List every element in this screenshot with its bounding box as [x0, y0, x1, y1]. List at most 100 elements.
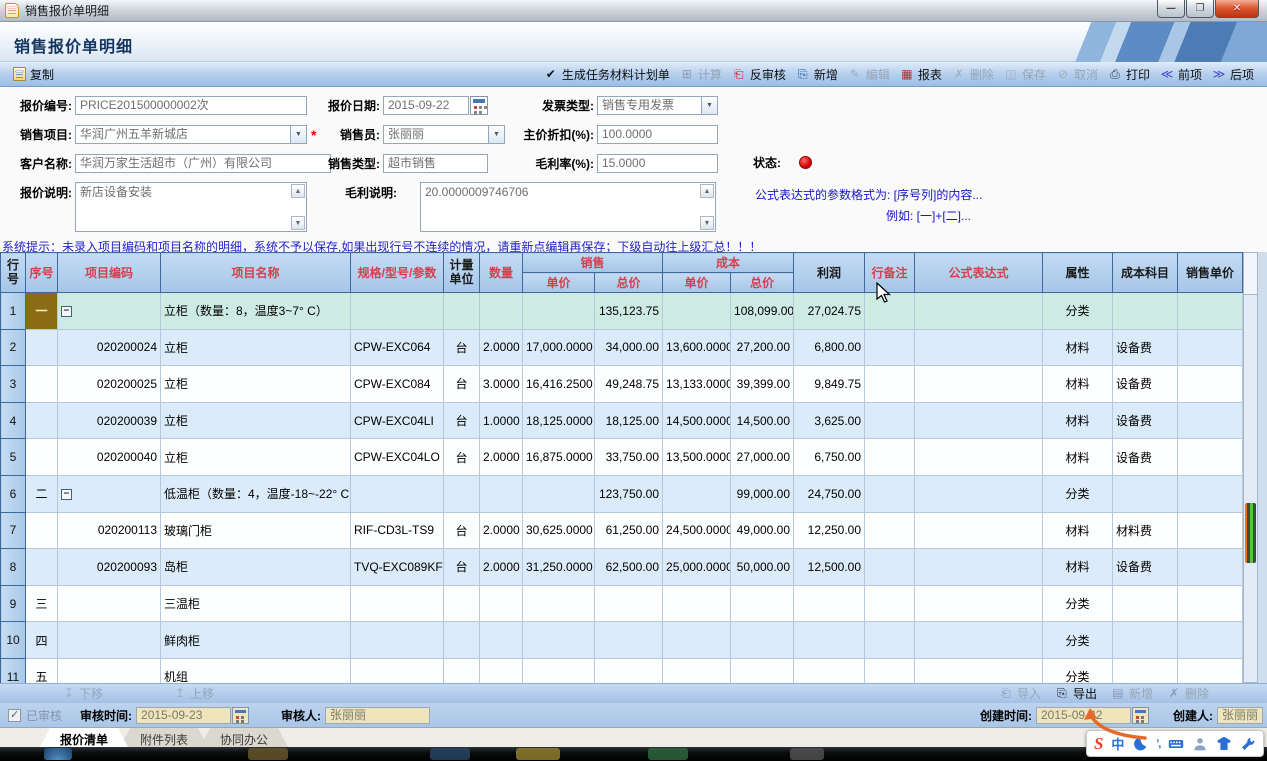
code-cell[interactable]: 020200025 [58, 366, 161, 403]
reverse-audit-button[interactable]: ⎗反审核 [727, 64, 791, 85]
sales-type-input[interactable]: 超市销售 [383, 154, 488, 173]
restore-button[interactable]: ❐ [1186, 0, 1214, 18]
row-add-button[interactable]: ▤新增 [1111, 685, 1153, 702]
seq-cell[interactable]: 二 [26, 475, 58, 512]
move-down-button[interactable]: ↧下移 [62, 685, 103, 702]
chevron-down-icon[interactable]: ▼ [701, 97, 717, 114]
import-button[interactable]: ⎗导入 [999, 685, 1041, 702]
next-item-button[interactable]: ≫后项 [1207, 64, 1259, 85]
report-button[interactable]: ▦报表 [895, 64, 947, 85]
scroll-down-icon[interactable]: ▼ [700, 216, 714, 230]
chevron-down-icon[interactable]: ▼ [488, 126, 504, 143]
taskbar-app-icon[interactable] [648, 748, 688, 760]
audit-time-calendar-icon[interactable] [232, 707, 249, 724]
creator-input[interactable]: 张丽丽 [1217, 707, 1263, 724]
grid-vertical-scrollbar[interactable] [1243, 252, 1258, 683]
chevron-down-icon[interactable]: ▼ [290, 126, 306, 143]
code-cell[interactable]: 020200039 [58, 402, 161, 439]
quote-no-input[interactable]: PRICE201500000002次 [75, 96, 307, 115]
row-number-cell[interactable]: 1 [1, 293, 26, 330]
cancel-button[interactable]: ⊘取消 [1051, 64, 1103, 85]
windows-taskbar[interactable] [0, 747, 1267, 761]
tab-collaboration[interactable]: 协同办公 [200, 728, 288, 747]
customer-name-input[interactable]: 华润万家生活超市（广州）有限公司 [75, 154, 331, 173]
chinese-mode-toggle[interactable]: 中 [1111, 734, 1124, 753]
scroll-up-icon[interactable]: ▲ [291, 184, 305, 198]
row-number-cell[interactable]: 10 [1, 622, 26, 659]
taskbar-app-icon[interactable] [430, 748, 470, 760]
row-delete-button[interactable]: ✗删除 [1167, 685, 1209, 702]
row-number-cell[interactable]: 2 [1, 329, 26, 366]
seq-cell[interactable] [26, 439, 58, 476]
save-button[interactable]: ◫保存 [999, 64, 1051, 85]
audited-checkbox[interactable] [8, 709, 21, 722]
user-icon[interactable] [1192, 736, 1208, 752]
punctuation-toggle[interactable]: ’, [1156, 738, 1160, 750]
taskbar-app-icon[interactable] [248, 748, 288, 760]
scroll-down-icon[interactable]: ▼ [291, 216, 305, 230]
create-time-calendar-icon[interactable] [1132, 707, 1149, 724]
minimize-button[interactable]: — [1157, 0, 1185, 18]
keyboard-icon[interactable] [1168, 736, 1184, 752]
row-number-cell[interactable]: 4 [1, 402, 26, 439]
seq-cell[interactable] [26, 366, 58, 403]
wrench-settings-icon[interactable] [1240, 736, 1256, 752]
row-number-cell[interactable]: 6 [1, 475, 26, 512]
code-cell[interactable]: 020200040 [58, 439, 161, 476]
seq-cell[interactable]: 四 [26, 622, 58, 659]
code-cell[interactable] [58, 585, 161, 622]
moon-icon[interactable] [1132, 736, 1148, 752]
auditor-input[interactable]: 张丽丽 [325, 707, 430, 724]
seq-cell[interactable]: 三 [26, 585, 58, 622]
code-cell[interactable]: 020200113 [58, 512, 161, 549]
start-orb-icon[interactable] [44, 748, 72, 760]
generate-task-material-plan-button[interactable]: ✔生成任务材料计划单 [539, 64, 675, 85]
copy-button[interactable]: 复制 [8, 64, 59, 85]
tab-attachment-list[interactable]: 附件列表 [120, 728, 208, 747]
sales-project-select[interactable]: 华润广州五羊新城店▼ [75, 125, 307, 144]
collapse-icon[interactable]: − [61, 489, 72, 500]
add-new-button[interactable]: ⎘新增 [791, 64, 843, 85]
code-cell[interactable]: − [58, 475, 161, 512]
taskbar-app-icon[interactable] [790, 748, 824, 760]
move-up-button[interactable]: ↥上移 [173, 685, 214, 702]
seq-cell[interactable] [26, 512, 58, 549]
code-cell[interactable]: 020200093 [58, 549, 161, 586]
tab-quote-list[interactable]: 报价清单 [40, 728, 128, 747]
price-discount-input[interactable]: 100.0000 [597, 125, 718, 144]
export-button[interactable]: ⎘导出 [1055, 685, 1097, 702]
row-number-cell[interactable]: 11 [1, 658, 26, 683]
edit-button[interactable]: ✎编辑 [843, 64, 895, 85]
scrollbar-thumb[interactable] [1245, 503, 1256, 563]
seq-cell[interactable] [26, 549, 58, 586]
row-number-cell[interactable]: 9 [1, 585, 26, 622]
sogou-logo[interactable]: S [1094, 734, 1103, 754]
quote-note-textarea[interactable]: 新店设备安装▲▼ [75, 182, 307, 232]
scroll-up-icon[interactable]: ▲ [700, 184, 714, 198]
seq-cell[interactable] [26, 402, 58, 439]
seq-cell[interactable] [26, 329, 58, 366]
audit-time-input[interactable]: 2015-09-23 [136, 707, 231, 724]
close-button[interactable]: ✕ [1215, 0, 1259, 18]
row-number-cell[interactable]: 8 [1, 549, 26, 586]
seq-cell[interactable]: 一 [26, 293, 58, 330]
prev-item-button[interactable]: ≪前项 [1155, 64, 1207, 85]
row-number-cell[interactable]: 3 [1, 366, 26, 403]
taskbar-app-icon[interactable] [516, 748, 560, 760]
row-number-cell[interactable]: 7 [1, 512, 26, 549]
delete-button[interactable]: ✗删除 [947, 64, 999, 85]
create-time-input[interactable]: 2015-09-22 [1036, 707, 1131, 724]
invoice-type-select[interactable]: 销售专用发票▼ [597, 96, 718, 115]
seq-cell[interactable]: 五 [26, 658, 58, 683]
skin-shirt-icon[interactable] [1216, 736, 1232, 752]
quote-date-input[interactable]: 2015-09-22 [383, 96, 469, 115]
quote-date-calendar-icon[interactable] [470, 96, 488, 115]
code-cell[interactable]: − [58, 293, 161, 330]
row-number-cell[interactable]: 5 [1, 439, 26, 476]
gross-margin-input[interactable]: 15.0000 [597, 154, 718, 173]
calculate-button[interactable]: ⊞计算 [675, 64, 727, 85]
margin-note-textarea[interactable]: 20.0000009746706▲▼ [420, 182, 716, 232]
collapse-icon[interactable]: − [61, 306, 72, 317]
salesperson-select[interactable]: 张丽丽▼ [383, 125, 505, 144]
print-button[interactable]: ⎙打印 [1103, 64, 1155, 85]
